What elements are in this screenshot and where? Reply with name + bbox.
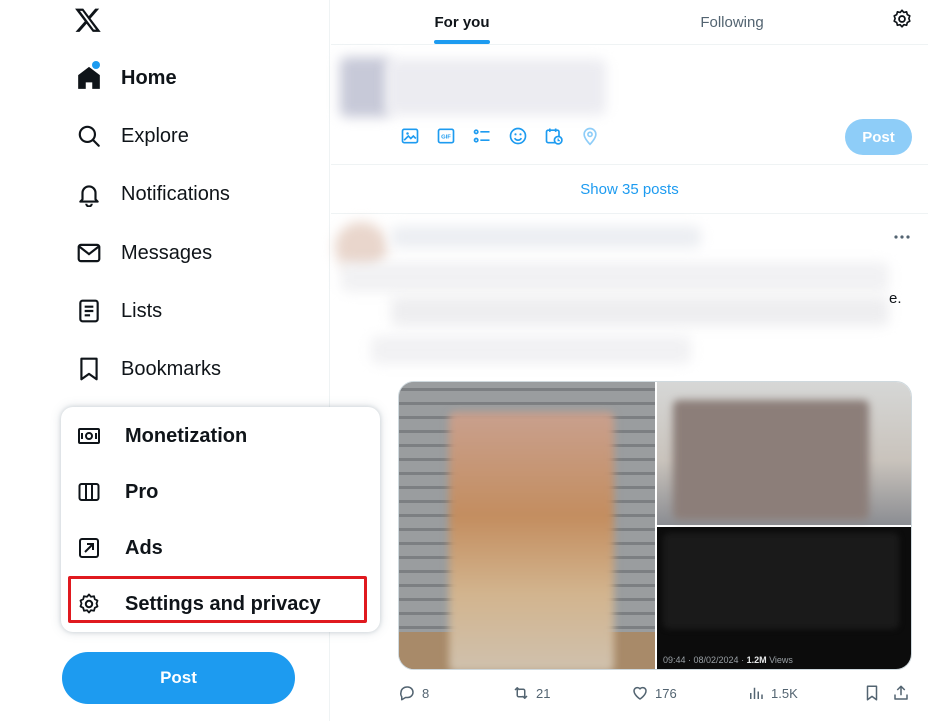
menu-item-label: Monetization [125,424,248,447]
sidebar-item-lists[interactable]: Lists [64,287,174,335]
media-video-thumbnail[interactable]: 09:44 · 08/02/2024 · 1.2M Views [657,527,911,669]
page-scrollbar[interactable] [928,0,948,721]
bookmark-button[interactable] [863,683,887,703]
image-icon[interactable] [400,126,420,146]
location-icon[interactable] [580,126,600,146]
tweet-author-blurred [391,226,701,248]
compose-box: GIF Post [331,45,928,165]
timeline-settings-gear-icon[interactable] [891,8,913,30]
sidebar-item-label: Lists [121,299,163,322]
notification-dot [92,61,100,69]
reply-button[interactable]: 8 [398,683,429,703]
tab-following[interactable]: Following [661,0,803,45]
sidebar-item-home[interactable]: Home [64,54,189,102]
active-tab-indicator [434,40,490,44]
more-options-icon[interactable] [893,230,911,244]
media-photo-image[interactable] [657,382,911,525]
avatar [340,57,390,117]
envelope-icon [76,240,102,266]
search-icon [76,123,102,149]
columns-icon [77,480,101,504]
menu-item-label: Ads [125,536,163,559]
tweet-media-grid[interactable]: 09:44 · 08/02/2024 · 1.2M Views [398,381,912,670]
main-timeline: For you Following GIF Post Show 35 posts [331,0,928,721]
share-icon [894,685,908,700]
sidebar-item-label: Home [121,66,177,89]
x-logo-icon[interactable] [74,6,102,34]
compose-post-button[interactable]: Post [845,119,912,155]
reply-icon [400,686,414,701]
sidebar-item-label: Notifications [121,182,230,205]
heart-icon [633,686,647,700]
sidebar-item-explore[interactable]: Explore [64,112,201,160]
media-timestamp: 09:44 · 08/02/2024 · 1.2M Views [663,655,793,665]
media-brick-wall-image[interactable] [399,382,655,669]
repost-button[interactable]: 21 [512,683,550,703]
monetization-icon [77,424,101,448]
bookmark-icon [866,685,878,701]
tweet-text-blurred [341,262,889,292]
show-new-posts-link[interactable]: Show 35 posts [331,166,928,214]
poll-icon[interactable] [472,126,492,146]
sidebar-item-label: Explore [121,124,189,147]
x-app: Home Explore Notifications Messages List… [0,0,948,721]
timeline-tabs: For you Following [331,0,928,45]
tweet-text-blurred [391,296,889,326]
settings-highlight-box [68,576,367,623]
repost-icon [514,687,528,699]
compose-input-blurred[interactable] [386,59,606,115]
sidebar-item-notifications[interactable]: Notifications [64,170,242,218]
share-button[interactable] [892,683,916,703]
tweet-text-blurred [371,336,691,364]
views-button[interactable]: 1.5K [747,683,798,703]
sidebar-item-label: Messages [121,241,213,264]
svg-text:GIF: GIF [441,135,451,141]
bell-icon [76,181,102,207]
like-button[interactable]: 176 [631,683,677,703]
ads-arrow-icon [77,536,101,560]
sidebar-post-button[interactable]: Post [62,652,295,704]
tab-for-you[interactable]: For you [391,0,533,45]
bookmark-icon [76,356,102,382]
list-icon [76,298,102,324]
left-sidebar: Home Explore Notifications Messages List… [0,0,380,721]
sidebar-item-bookmarks[interactable]: Bookmarks [64,345,233,393]
views-chart-icon [750,687,763,699]
gif-icon[interactable]: GIF [436,126,456,146]
sidebar-item-messages[interactable]: Messages [64,229,224,277]
emoji-icon[interactable] [508,126,528,146]
schedule-icon[interactable] [544,126,564,146]
menu-item-label: Pro [125,480,159,503]
home-icon [76,65,102,91]
tweet-text-fragment: e. [889,290,902,307]
sidebar-item-label: Bookmarks [121,357,222,380]
